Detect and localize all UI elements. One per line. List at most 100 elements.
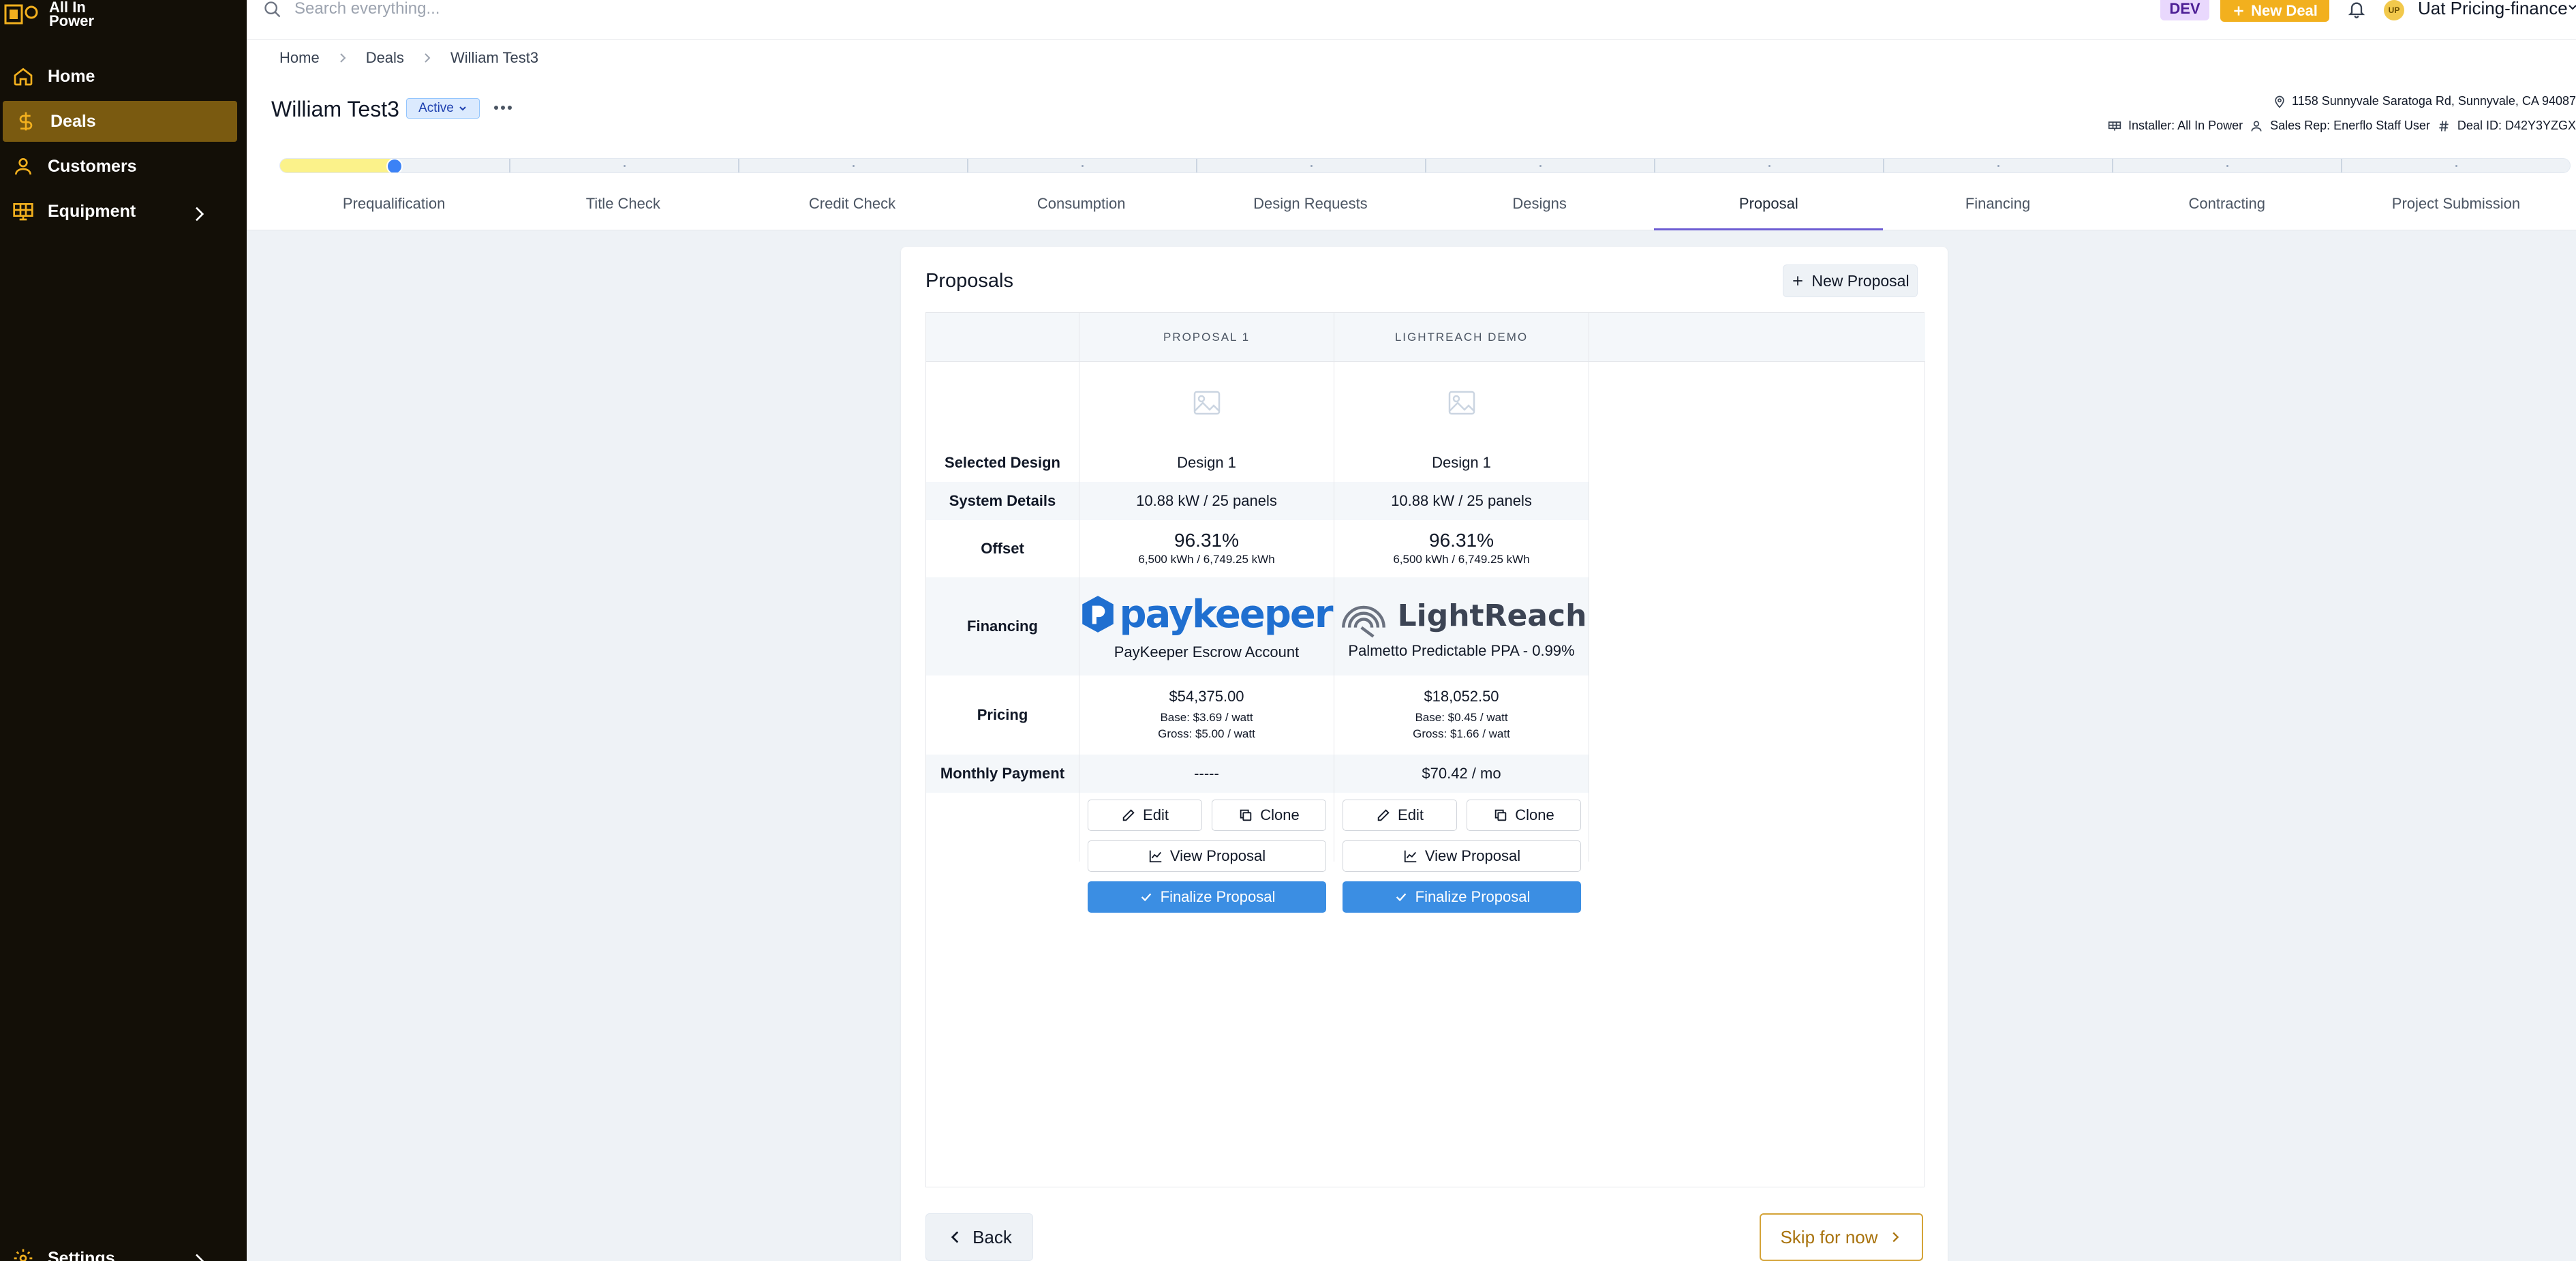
sidebar-item-label: Customers <box>48 156 137 176</box>
sidebar: All In Power Home Deals Customers Equipm… <box>0 0 247 1261</box>
sidebar-item-label: Deals <box>50 111 96 131</box>
copy-icon <box>1240 809 1252 821</box>
proposal-design: Design 1 <box>1432 454 1491 471</box>
progress-knob <box>386 159 403 172</box>
back-button[interactable]: Back <box>925 1213 1033 1261</box>
proposals-card: Proposals New Proposal Selected Design S… <box>901 247 1948 1261</box>
chevron-down-icon[interactable] <box>2568 1 2576 15</box>
sidebar-item-label: Home <box>48 66 95 86</box>
check-icon <box>1396 893 1406 902</box>
proposal-offset: 96.31% 6,500 kWh / 6,749.25 kWh <box>1138 530 1275 566</box>
finalize-proposal-button[interactable]: Finalize Proposal <box>1343 881 1581 913</box>
deal-address: 1158 Sunnyvale Saratoga Rd, Sunnyvale, C… <box>2273 94 2576 108</box>
environment-badge: DEV <box>2160 0 2209 20</box>
proposal-monthly: ----- <box>1079 755 1334 793</box>
skip-button[interactable]: Skip for now <box>1760 1213 1923 1261</box>
breadcrumb-deals[interactable]: Deals <box>366 49 404 67</box>
plus-icon <box>1793 276 1803 286</box>
new-proposal-button[interactable]: New Proposal <box>1783 264 1918 297</box>
app-logo[interactable]: All In Power <box>0 0 94 29</box>
tab-designs[interactable]: Designs <box>1425 184 1654 230</box>
finalize-proposal-button[interactable]: Finalize Proposal <box>1088 881 1326 913</box>
home-icon <box>14 67 33 86</box>
sidebar-item-equipment[interactable]: Equipment <box>0 191 234 232</box>
search-input[interactable] <box>294 0 840 18</box>
proposals-comparison-table: Selected Design System Details Offset Fi… <box>925 312 1925 1187</box>
progress-step-dot <box>624 165 626 167</box>
gear-icon <box>14 1249 33 1261</box>
avatar[interactable]: UP <box>2384 0 2404 20</box>
label-pricing: Pricing <box>977 706 1028 723</box>
user-name[interactable]: Uat Pricing-finance <box>2418 0 2568 17</box>
lightreach-logo: LightReach <box>1336 593 1586 638</box>
proposal-system: 10.88 kW / 25 panels <box>1079 482 1334 520</box>
sidebar-item-home[interactable]: Home <box>0 56 234 97</box>
tab-consumption[interactable]: Consumption <box>967 184 1196 230</box>
chevron-right-icon <box>339 53 346 63</box>
proposal-offset: 96.31% 6,500 kWh / 6,749.25 kWh <box>1393 530 1530 566</box>
label-system-details: System Details <box>926 482 1079 520</box>
tab-design-requests[interactable]: Design Requests <box>1196 184 1425 230</box>
proposal-column: PROPOSAL 1 Design 1 10.88 kW / 25 panels… <box>1079 313 1334 913</box>
bell-icon[interactable] <box>2347 0 2366 19</box>
proposal-header: LIGHTREACH DEMO <box>1394 331 1529 344</box>
proposal-design: Design 1 <box>1177 454 1236 471</box>
proposal-header: PROPOSAL 1 <box>1163 331 1251 344</box>
map-pin-icon <box>2275 95 2284 108</box>
sidebar-item-deals[interactable]: Deals <box>3 101 237 142</box>
progress-fill <box>280 159 395 172</box>
proposal-actions: Finalize Proposal <box>1088 881 1326 913</box>
edit-button[interactable]: Edit <box>1088 800 1202 831</box>
tab-prequalification[interactable]: Prequalification <box>279 184 508 230</box>
proposal-system: 10.88 kW / 25 panels <box>1334 482 1589 520</box>
clone-button[interactable]: Clone <box>1467 800 1581 831</box>
edit-icon <box>1377 809 1390 821</box>
tab-credit-check[interactable]: Credit Check <box>737 184 966 230</box>
deal-meta: Installer: All In Power Sales Rep: Enerf… <box>2108 119 2576 133</box>
progress-step-dot <box>2226 165 2228 167</box>
tab-financing[interactable]: Financing <box>1883 184 2112 230</box>
search-icon <box>264 1 281 18</box>
hash-icon <box>2439 120 2449 132</box>
sidebar-item-settings[interactable]: Settings <box>0 1238 234 1261</box>
label-offset: Offset <box>981 540 1024 557</box>
logo-text: All In Power <box>49 0 95 29</box>
progress-step-dot <box>1768 165 1770 167</box>
user-icon <box>15 158 31 175</box>
deal-progress-bar <box>279 158 2571 173</box>
progress-step-dot <box>1997 165 1999 167</box>
sun-logo-icon <box>4 4 38 25</box>
tab-project-submission[interactable]: Project Submission <box>2342 184 2571 230</box>
progress-divider <box>1425 159 1426 172</box>
chevron-left-icon <box>951 1231 959 1243</box>
label-monthly-payment: Monthly Payment <box>926 755 1079 793</box>
view-proposal-button[interactable]: View Proposal <box>1343 840 1581 872</box>
more-options-icon[interactable] <box>491 101 515 115</box>
copy-icon <box>1495 809 1507 821</box>
chevron-right-icon <box>196 1254 204 1261</box>
tab-title-check[interactable]: Title Check <box>508 184 737 230</box>
deal-id-text: Deal ID: D42Y3YZGX <box>2457 119 2576 132</box>
breadcrumb-home[interactable]: Home <box>279 49 320 67</box>
view-proposal-button[interactable]: View Proposal <box>1088 840 1326 872</box>
tab-contracting[interactable]: Contracting <box>2113 184 2342 230</box>
sidebar-item-customers[interactable]: Customers <box>0 146 234 187</box>
progress-divider <box>1654 159 1655 172</box>
tab-proposal[interactable]: Proposal <box>1654 184 1884 230</box>
progress-step-dot <box>1539 165 1542 167</box>
proposal-actions: View Proposal <box>1088 840 1326 872</box>
progress-divider <box>509 159 510 172</box>
page-title: William Test3 <box>271 97 399 121</box>
sidebar-item-label: Equipment <box>48 201 136 221</box>
progress-step-dot <box>1082 165 1084 167</box>
label-financing: Financing <box>926 577 1079 675</box>
proposal-image-placeholder <box>1079 362 1334 444</box>
proposal-pricing: $18,052.50 Base: $0.45 / watt Gross: $1.… <box>1413 688 1510 740</box>
status-badge[interactable]: Active <box>406 98 480 119</box>
progress-step-dot <box>2455 165 2457 167</box>
edit-button[interactable]: Edit <box>1343 800 1457 831</box>
clone-button[interactable]: Clone <box>1212 800 1326 831</box>
user-icon <box>2251 121 2262 132</box>
new-deal-button[interactable]: New Deal <box>2220 0 2329 22</box>
chevron-down-icon <box>459 106 466 111</box>
